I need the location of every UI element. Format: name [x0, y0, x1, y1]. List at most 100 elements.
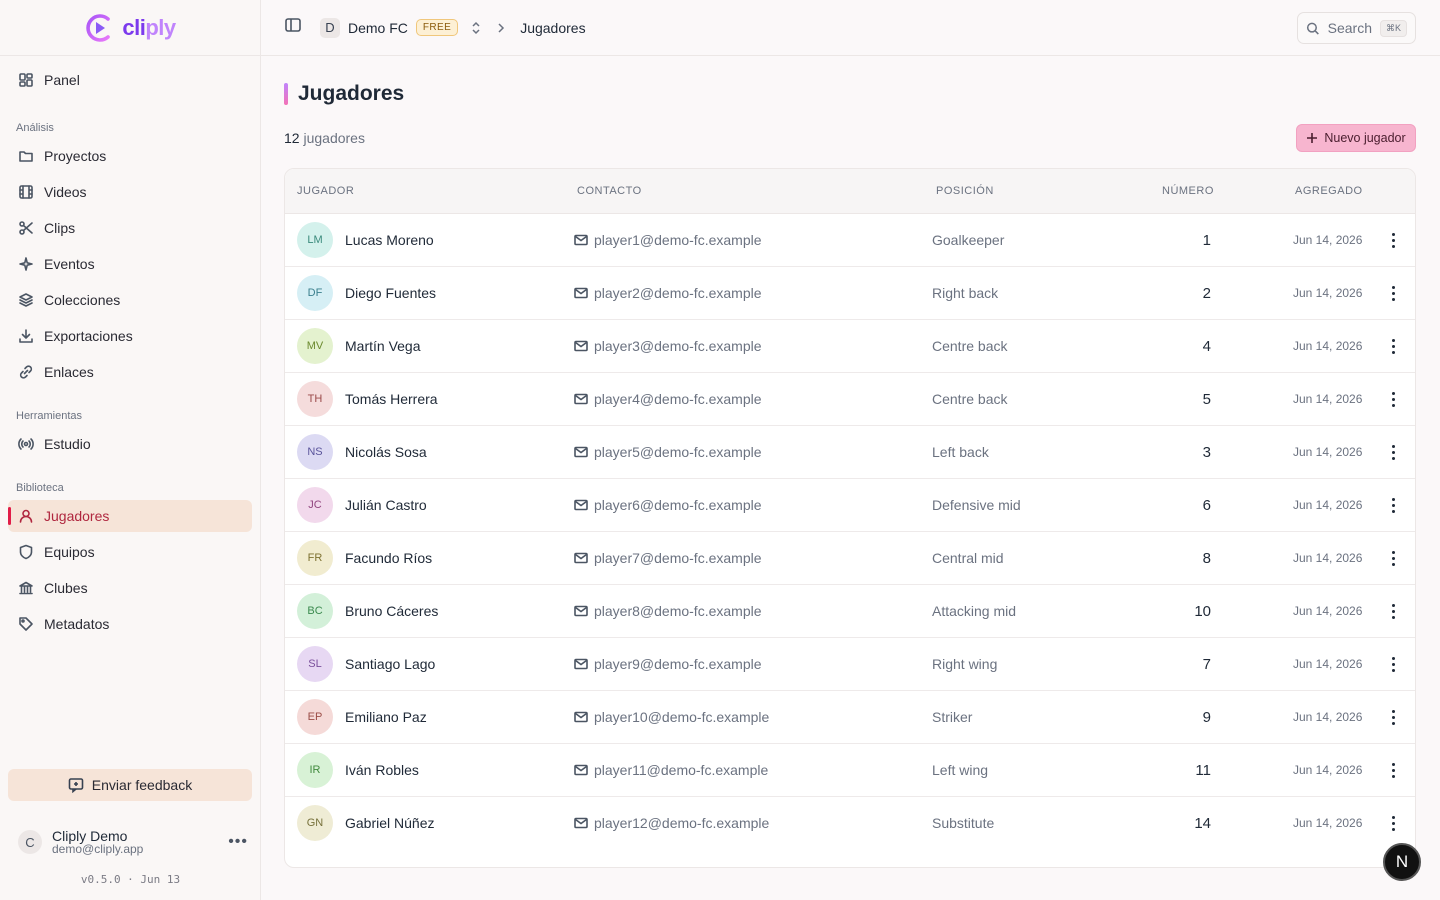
row-actions-icon[interactable] — [1385, 228, 1401, 252]
player-contact[interactable]: player2@demo-fc.example — [574, 285, 762, 301]
player-name[interactable]: Julián Castro — [345, 497, 427, 513]
table-row[interactable]: MV Martín Vega player3@demo-fc.example Cent… — [285, 320, 1415, 373]
row-actions-icon[interactable] — [1385, 811, 1401, 835]
player-contact[interactable]: player6@demo-fc.example — [574, 497, 762, 513]
player-name[interactable]: Emiliano Paz — [345, 709, 427, 725]
sidebar-item-label: Panel — [44, 72, 80, 88]
feedback-button[interactable]: Enviar feedback — [8, 769, 252, 801]
avatar: BC — [297, 593, 333, 629]
table-row[interactable]: DF Diego Fuentes player2@demo-fc.example Ri… — [285, 267, 1415, 320]
player-contact[interactable]: player11@demo-fc.example — [574, 762, 768, 778]
player-contact[interactable]: player12@demo-fc.example — [574, 815, 769, 831]
player-added-date: Jun 14, 2026 — [1293, 498, 1363, 512]
players-table: JUGADOR CONTACTO POSICIÓN NÚMERO AGREGAD… — [284, 168, 1416, 868]
col-jugador[interactable]: JUGADOR — [297, 185, 354, 197]
row-actions-icon[interactable] — [1385, 546, 1401, 570]
table-row[interactable]: JC Julián Castro player6@demo-fc.example De… — [285, 479, 1415, 532]
player-name[interactable]: Lucas Moreno — [345, 232, 434, 248]
row-actions-icon[interactable] — [1385, 440, 1401, 464]
sidebar-item-jugadores[interactable]: Jugadores — [8, 500, 252, 532]
player-position: Left back — [932, 444, 989, 460]
layers-icon — [19, 293, 33, 307]
table-row[interactable]: SL Santiago Lago player9@demo-fc.example Ri… — [285, 638, 1415, 691]
sidebar-item-videos[interactable]: Videos — [8, 176, 252, 208]
row-actions-icon[interactable] — [1385, 599, 1401, 623]
logo-icon — [86, 13, 111, 42]
sidebar-section-label: Herramientas — [16, 410, 83, 422]
chevrons-up-down-icon[interactable] — [470, 21, 482, 35]
row-actions-icon[interactable] — [1385, 387, 1401, 411]
avatar: GN — [297, 805, 333, 841]
player-name[interactable]: Santiago Lago — [345, 656, 435, 672]
table-row[interactable]: BC Bruno Cáceres player8@demo-fc.example At… — [285, 585, 1415, 638]
table-row[interactable]: FR Facundo Ríos player7@demo-fc.example Cen… — [285, 532, 1415, 585]
sidebar-item-metadatos[interactable]: Metadatos — [8, 608, 252, 640]
topbar: D Demo FC FREE Jugadores Search ⌘K — [261, 0, 1440, 56]
table-body: LM Lucas Moreno player1@demo-fc.example Goa… — [285, 214, 1415, 850]
table-row[interactable]: NS Nicolás Sosa player5@demo-fc.example Lef… — [285, 426, 1415, 479]
player-name[interactable]: Martín Vega — [345, 338, 421, 354]
row-actions-icon[interactable] — [1385, 652, 1401, 676]
table-row[interactable]: GN Gabriel Núñez player12@demo-fc.example S… — [285, 797, 1415, 850]
player-contact[interactable]: player1@demo-fc.example — [574, 232, 762, 248]
player-contact[interactable]: player9@demo-fc.example — [574, 656, 762, 672]
col-numero[interactable]: NÚMERO — [1162, 185, 1214, 197]
player-name[interactable]: Nicolás Sosa — [345, 444, 427, 460]
player-position: Striker — [932, 709, 973, 725]
row-actions-icon[interactable] — [1385, 493, 1401, 517]
sidebar-item-clips[interactable]: Clips — [8, 212, 252, 244]
plus-icon — [1307, 133, 1318, 143]
col-posicion[interactable]: POSICIÓN — [936, 185, 994, 197]
page-title: Jugadores — [298, 82, 405, 105]
player-name[interactable]: Bruno Cáceres — [345, 603, 438, 619]
row-actions-icon[interactable] — [1385, 758, 1401, 782]
new-player-button[interactable]: Nuevo jugador — [1296, 124, 1416, 152]
player-contact[interactable]: player4@demo-fc.example — [574, 391, 762, 407]
player-name[interactable]: Iván Robles — [345, 762, 419, 778]
col-agregado[interactable]: AGREGADO — [1295, 185, 1363, 197]
mail-icon — [574, 393, 588, 405]
sidebar-item-panel[interactable]: Panel — [8, 64, 252, 96]
player-name[interactable]: Tomás Herrera — [345, 391, 438, 407]
user-menu[interactable]: C Cliply Demo demo@cliply.app ••• — [18, 827, 248, 857]
sidebar-item-eventos[interactable]: Eventos — [8, 248, 252, 280]
player-email: player11@demo-fc.example — [594, 762, 769, 778]
player-number: 8 — [1202, 550, 1211, 567]
player-position: Right back — [932, 285, 999, 301]
sidebar-item-exportaciones[interactable]: Exportaciones — [8, 320, 252, 352]
toggle-sidebar-button[interactable] — [284, 16, 302, 39]
player-number: 6 — [1202, 497, 1211, 514]
more-horizontal-icon[interactable]: ••• — [228, 833, 248, 851]
player-contact[interactable]: player5@demo-fc.example — [574, 444, 762, 460]
player-name[interactable]: Diego Fuentes — [345, 285, 436, 301]
row-actions-icon[interactable] — [1385, 705, 1401, 729]
dev-indicator[interactable]: N — [1383, 843, 1421, 881]
avatar: C — [18, 830, 42, 854]
player-contact[interactable]: player8@demo-fc.example — [574, 603, 762, 619]
sidebar-item-equipos[interactable]: Equipos — [8, 536, 252, 568]
player-contact[interactable]: player7@demo-fc.example — [574, 550, 762, 566]
player-name[interactable]: Facundo Ríos — [345, 550, 432, 566]
sidebar-item-estudio[interactable]: Estudio — [8, 428, 252, 460]
avatar: LM — [297, 222, 333, 258]
table-row[interactable]: LM Lucas Moreno player1@demo-fc.example Goa… — [285, 214, 1415, 267]
org-switcher[interactable]: Demo FC — [348, 20, 408, 36]
app-logo[interactable]: cliply — [0, 0, 260, 56]
sidebar-item-colecciones[interactable]: Colecciones — [8, 284, 252, 316]
table-row[interactable]: EP Emiliano Paz player10@demo-fc.example St… — [285, 691, 1415, 744]
sidebar-item-clubes[interactable]: Clubes — [8, 572, 252, 604]
row-actions-icon[interactable] — [1385, 334, 1401, 358]
table-row[interactable]: IR Iván Robles player11@demo-fc.example Lef… — [285, 744, 1415, 797]
player-email: player12@demo-fc.example — [594, 815, 770, 831]
col-contacto[interactable]: CONTACTO — [577, 185, 642, 197]
avatar: JC — [297, 487, 333, 523]
player-contact[interactable]: player10@demo-fc.example — [574, 709, 769, 725]
search-button[interactable]: Search ⌘K — [1297, 12, 1416, 44]
player-number: 9 — [1202, 709, 1211, 726]
player-contact[interactable]: player3@demo-fc.example — [574, 338, 762, 354]
sidebar-item-proyectos[interactable]: Proyectos — [8, 140, 252, 172]
table-row[interactable]: TH Tomás Herrera player4@demo-fc.example Ce… — [285, 373, 1415, 426]
sidebar-item-enlaces[interactable]: Enlaces — [8, 356, 252, 388]
row-actions-icon[interactable] — [1385, 281, 1401, 305]
player-name[interactable]: Gabriel Núñez — [345, 815, 435, 831]
